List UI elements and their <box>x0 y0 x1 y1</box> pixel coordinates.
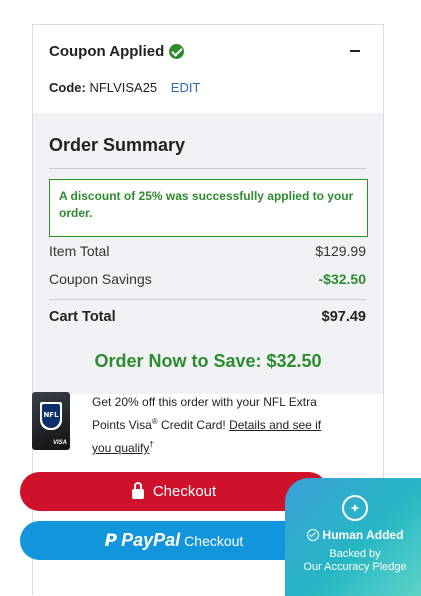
paypal-checkout-label: Checkout <box>184 532 244 549</box>
badge-subtitle: Backed by Our Accuracy Pledge <box>285 548 421 574</box>
check-circle-icon <box>169 43 185 59</box>
paypal-wordmark: PayPal <box>121 530 181 550</box>
paypal-checkout-button[interactable]: P PayPal Checkout <box>20 521 328 560</box>
divider <box>49 299 366 300</box>
lock-icon <box>131 481 144 499</box>
coupon-savings-row: Coupon Savings -$32.50 <box>49 271 366 289</box>
coupon-savings-value: -$32.50 <box>318 271 366 287</box>
human-added-badge[interactable]: ✦ Human Added Backed by Our Accuracy Ple… <box>285 478 421 596</box>
checkout-label: Checkout <box>152 483 217 500</box>
coupon-title: Coupon Applied <box>49 42 165 60</box>
dagger-mark: † <box>149 440 154 449</box>
discount-message: A discount of 25% was successfully appli… <box>49 179 368 237</box>
badge-title-row: Human Added <box>285 528 421 542</box>
badge-title: Human Added <box>322 528 404 542</box>
promo-text: Get 20% off this order with your NFL Ext… <box>92 392 322 458</box>
nfl-visa-card-image: NFL VISA <box>32 392 70 450</box>
item-total-label: Item Total <box>49 243 110 259</box>
coupon-header: Coupon Applied <box>49 41 369 61</box>
coupon-savings-label: Coupon Savings <box>49 271 152 287</box>
cart-total-row: Cart Total $97.49 <box>49 309 366 327</box>
summary-title: Order Summary <box>49 135 186 155</box>
human-badge-icon: ✦ <box>342 495 368 521</box>
item-total-value: $129.99 <box>315 243 366 259</box>
badge-subtitle-line1: Backed by <box>329 548 381 560</box>
cart-total-label: Cart Total <box>49 309 116 325</box>
item-total-row: Item Total $129.99 <box>49 243 366 261</box>
order-summary: Order Summary A discount of 25% was succ… <box>33 113 383 394</box>
promo-text-mid: Credit Card! <box>157 418 230 432</box>
divider <box>49 168 366 169</box>
code-label: Code: <box>49 80 86 95</box>
cart-total-value: $97.49 <box>321 309 366 325</box>
nfl-shield-icon: NFL <box>40 402 62 430</box>
collapse-coupon-button[interactable] <box>345 41 365 61</box>
code-value: NFLVISA25 <box>89 80 158 95</box>
save-now-banner: Order Now to Save: $32.50 <box>94 351 322 371</box>
credit-card-promo: NFL VISA Get 20% off this order with you… <box>16 392 336 455</box>
edit-coupon-link[interactable]: EDIT <box>171 80 201 95</box>
card-logo-text: NFL <box>43 411 59 419</box>
badge-subtitle-line2: Our Accuracy Pledge <box>303 561 407 573</box>
paypal-logo-icon: P <box>104 530 118 551</box>
coupon-code-row: Code: NFLVISA25 EDIT <box>49 80 200 95</box>
check-badge-icon <box>306 529 319 541</box>
card-network: VISA <box>52 440 67 446</box>
minus-icon <box>350 50 360 52</box>
checkout-button[interactable]: Checkout <box>20 472 328 511</box>
